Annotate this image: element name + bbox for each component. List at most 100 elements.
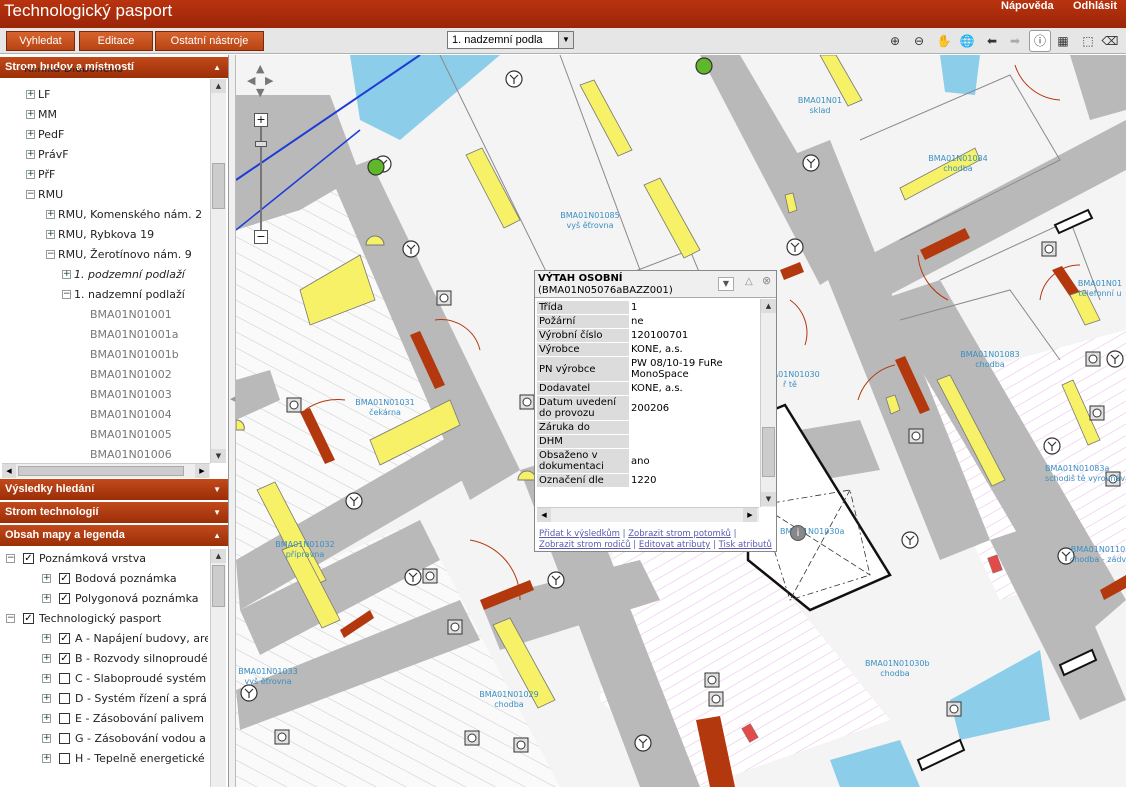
tree-item[interactable]: RMU, Žerotínovo nám. 9 bbox=[58, 246, 192, 264]
expand-icon[interactable]: + bbox=[42, 594, 51, 603]
layer-checkbox[interactable]: ✓ bbox=[23, 613, 34, 624]
select-area-icon[interactable]: ⬚ bbox=[1079, 32, 1097, 50]
tree-item[interactable]: LF bbox=[38, 86, 50, 104]
expand-icon[interactable]: + bbox=[26, 90, 35, 99]
scroll-left-icon[interactable]: ◀ bbox=[537, 508, 551, 522]
green-symbol-icon[interactable] bbox=[695, 57, 713, 75]
pan-down-icon[interactable]: ▼ bbox=[256, 86, 264, 99]
zoom-in-icon[interactable]: ⊕ bbox=[886, 32, 904, 50]
expand-icon[interactable]: + bbox=[26, 170, 35, 179]
tree-item[interactable]: RMU, Rybkova 19 bbox=[58, 226, 154, 244]
layer-checkbox[interactable]: ✓ bbox=[59, 593, 70, 604]
show-children-tree-link[interactable]: Zobrazit strom potomků bbox=[628, 529, 731, 539]
scroll-up-icon[interactable]: ▲ bbox=[761, 299, 776, 313]
eraser-icon[interactable]: ⌫ bbox=[1101, 32, 1119, 50]
tree-item[interactable]: BMA01N01004 bbox=[90, 406, 172, 424]
layer-checkbox[interactable]: ✓ bbox=[59, 573, 70, 584]
pan-control[interactable]: ▲ ◀ ▶ ▼ bbox=[247, 62, 279, 106]
panel-splitter[interactable]: ◀ bbox=[229, 55, 236, 787]
tree-item[interactable]: MM bbox=[38, 106, 57, 124]
zoom-out-icon[interactable]: ⊖ bbox=[910, 32, 928, 50]
expand-icon[interactable]: + bbox=[46, 210, 55, 219]
scroll-down-icon[interactable]: ▼ bbox=[761, 492, 776, 506]
expand-icon[interactable]: + bbox=[42, 754, 51, 763]
scroll-right-icon[interactable]: ▶ bbox=[195, 464, 209, 478]
expand-icon[interactable]: + bbox=[42, 634, 51, 643]
scroll-thumb[interactable] bbox=[212, 163, 225, 209]
expand-icon[interactable]: + bbox=[26, 130, 35, 139]
search-button[interactable]: Vyhledat bbox=[6, 31, 75, 51]
collapse-icon[interactable]: − bbox=[6, 614, 15, 623]
close-icon[interactable]: ⊗ bbox=[762, 275, 771, 287]
tree-item[interactable]: PrávF bbox=[38, 146, 69, 164]
info-icon[interactable]: ⓘ bbox=[1029, 30, 1051, 52]
pan-hand-icon[interactable]: ✋ bbox=[935, 32, 953, 50]
layer-checkbox[interactable]: ✓ bbox=[23, 553, 34, 564]
edit-button[interactable]: Editace bbox=[79, 31, 153, 51]
tree-item[interactable]: BMA01N01002 bbox=[90, 366, 172, 384]
scroll-up-icon[interactable]: ▲ bbox=[211, 549, 226, 563]
back-arrow-icon[interactable]: ⬅ bbox=[983, 32, 1001, 50]
collapse-icon[interactable]: − bbox=[62, 290, 71, 299]
collapse-icon[interactable]: − bbox=[26, 190, 35, 199]
tree-item[interactable]: BMA01N01006 bbox=[90, 446, 172, 464]
tree-item[interactable]: Klinika Dioboneno bbox=[24, 68, 123, 76]
chevron-down-icon[interactable]: ▼ bbox=[213, 502, 221, 523]
tree-item[interactable]: PedF bbox=[38, 126, 64, 144]
expand-icon[interactable]: + bbox=[42, 674, 51, 683]
green-symbol-icon[interactable] bbox=[367, 158, 385, 176]
zoom-minus-icon[interactable]: − bbox=[254, 230, 268, 244]
chevron-up-icon[interactable]: ▲ bbox=[213, 57, 221, 78]
popup-scrollbar[interactable]: ▲ ▼ bbox=[760, 299, 776, 507]
tree-item[interactable]: BMA01N01001 bbox=[90, 306, 172, 324]
layer-checkbox[interactable] bbox=[59, 693, 70, 704]
tech-tree-header[interactable]: Strom technologií ▼ bbox=[0, 502, 228, 523]
chevron-down-icon[interactable]: ▼ bbox=[213, 479, 221, 500]
layer-checkbox[interactable] bbox=[59, 713, 70, 724]
chevron-down-icon[interactable]: ▼ bbox=[558, 32, 573, 48]
chevron-down-icon[interactable]: ▼ bbox=[718, 277, 734, 291]
zoom-handle[interactable] bbox=[255, 141, 267, 147]
help-link[interactable]: Nápověda bbox=[1001, 0, 1054, 12]
scroll-thumb[interactable] bbox=[762, 427, 775, 477]
tree-item[interactable]: BMA01N01001b bbox=[90, 346, 179, 364]
hscroll-thumb[interactable] bbox=[18, 466, 184, 476]
tree-item[interactable]: RMU, Komenského nám. 2 bbox=[58, 206, 202, 224]
layer-checkbox[interactable]: ✓ bbox=[59, 633, 70, 644]
zoom-plus-icon[interactable]: + bbox=[254, 113, 268, 127]
legend-header[interactable]: Obsah mapy a legenda ▲ bbox=[0, 525, 228, 546]
tree-item[interactable]: BMA01N01005 bbox=[90, 426, 172, 444]
expand-icon[interactable]: + bbox=[26, 150, 35, 159]
pan-right-icon[interactable]: ▶ bbox=[265, 74, 273, 87]
pan-up-icon[interactable]: ▲ bbox=[256, 62, 264, 75]
scroll-down-icon[interactable]: ▼ bbox=[211, 449, 226, 463]
expand-icon[interactable]: + bbox=[42, 734, 51, 743]
building-tree-scrollbar[interactable]: ▲ ▼ bbox=[210, 79, 226, 463]
zoom-extent-icon[interactable]: 🌐 bbox=[958, 32, 976, 50]
expand-icon[interactable]: + bbox=[42, 714, 51, 723]
tree-item[interactable]: 1. nadzemní podlaží bbox=[74, 286, 185, 304]
tree-item[interactable]: RMU bbox=[38, 186, 63, 204]
layers-icon[interactable]: ▦ bbox=[1054, 32, 1072, 50]
popup-hscrollbar[interactable]: ◀ ▶ bbox=[537, 507, 759, 522]
tree-item[interactable]: BMA01N01003 bbox=[90, 386, 172, 404]
edit-attributes-link[interactable]: Editovat atributy bbox=[639, 540, 710, 550]
pan-left-icon[interactable]: ◀ bbox=[247, 74, 255, 87]
layer-checkbox[interactable] bbox=[59, 733, 70, 744]
scroll-left-icon[interactable]: ◀ bbox=[2, 464, 16, 478]
layer-checkbox[interactable]: ✓ bbox=[59, 653, 70, 664]
expand-icon[interactable]: + bbox=[46, 230, 55, 239]
tree-item[interactable]: PřF bbox=[38, 166, 55, 184]
info-marker-icon[interactable]: i bbox=[790, 525, 806, 541]
expand-icon[interactable]: + bbox=[42, 694, 51, 703]
collapse-icon[interactable]: − bbox=[6, 554, 15, 563]
other-tools-button[interactable]: Ostatní nástroje bbox=[155, 31, 264, 51]
collapse-icon[interactable]: △ bbox=[745, 276, 753, 288]
logout-link[interactable]: Odhlásit bbox=[1073, 0, 1117, 12]
collapse-icon[interactable]: − bbox=[46, 250, 55, 259]
expand-icon[interactable]: + bbox=[42, 654, 51, 663]
scroll-up-icon[interactable]: ▲ bbox=[211, 79, 226, 93]
chevron-up-icon[interactable]: ▲ bbox=[213, 525, 221, 546]
expand-icon[interactable]: + bbox=[26, 110, 35, 119]
expand-icon[interactable]: + bbox=[42, 574, 51, 583]
